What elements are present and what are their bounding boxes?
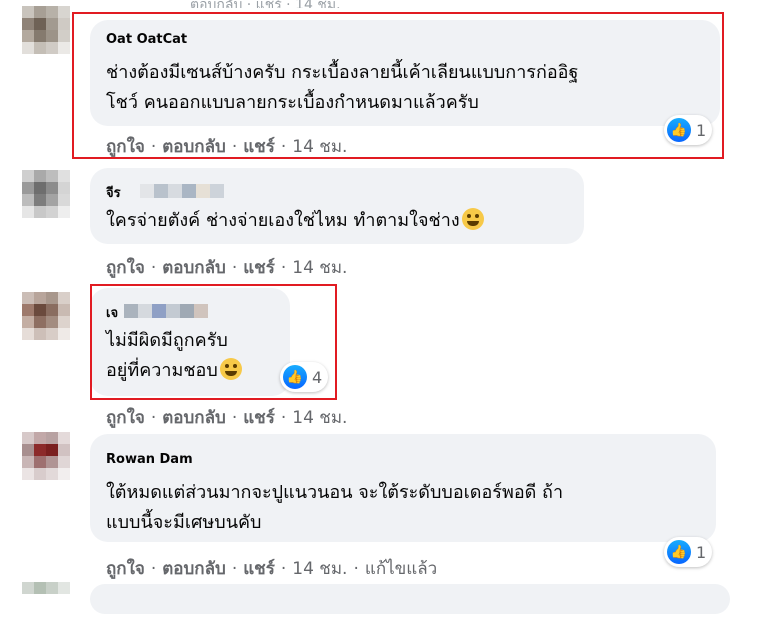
reply-link[interactable]: ตอบกลับ — [162, 408, 226, 428]
like-link[interactable]: ถูกใจ — [106, 258, 145, 278]
share-link[interactable]: แชร์ — [243, 408, 275, 428]
timestamp[interactable]: 14 ชม. — [292, 258, 347, 278]
avatar[interactable] — [22, 170, 70, 218]
like-link[interactable]: ถูกใจ — [106, 408, 145, 428]
avatar[interactable] — [22, 582, 70, 630]
reaction-count: 1 — [696, 542, 707, 562]
comment-line: แบบนี้จะมีเศษบนคับ — [106, 512, 262, 533]
edited-label[interactable]: แก้ไขแล้ว — [365, 559, 437, 579]
comment-bubble: จีร ใครจ่ายตังค์ ช่างจ่ายเองใช่ไหม ทำตาม… — [90, 168, 584, 244]
highlight-box — [72, 12, 724, 159]
comment-bubble: Rowan Dam ใต้หมดแต่ส่วนมากจะปูแนวนอน จะใ… — [90, 434, 716, 542]
grin-emoji-icon — [461, 208, 484, 230]
comment-line: ใครจ่ายตังค์ ช่างจ่ายเองใช่ไหม ทำตามใจช่… — [106, 206, 484, 236]
highlight-box — [90, 284, 337, 400]
share-link[interactable]: แชร์ — [243, 258, 275, 278]
timestamp[interactable]: 14 ชม. — [292, 559, 347, 579]
reply-link[interactable]: ตอบกลับ — [162, 258, 226, 278]
timestamp[interactable]: 14 ชม. — [292, 408, 347, 428]
avatar[interactable] — [22, 292, 70, 340]
comment-text: ใครจ่ายตังค์ ช่างจ่ายเองใช่ไหม ทำตามใจช่… — [106, 210, 460, 231]
comment-actions: ถูกใจ · ตอบกลับ · แชร์ · 14 ชม. — [106, 408, 348, 428]
comment-actions: ถูกใจ · ตอบกลับ · แชร์ · 14 ชม. · แก้ไขแล้ว — [106, 559, 438, 579]
reaction-summary[interactable]: 👍 1 — [664, 537, 713, 567]
redacted-name — [140, 184, 224, 198]
previous-actions-text: ตอบกลับ · แชร์ · 14 ชม. — [190, 0, 341, 8]
commenter-name[interactable]: Rowan Dam — [106, 452, 193, 467]
previous-comment-actions: ตอบกลับ · แชร์ · 14 ชม. — [0, 0, 783, 8]
comment-line: ใต้หมดแต่ส่วนมากจะปูแนวนอน จะใต้ระดับบอเ… — [106, 482, 564, 503]
reply-link[interactable]: ตอบกลับ — [162, 559, 226, 579]
share-link[interactable]: แชร์ — [243, 559, 275, 579]
comment-actions: ถูกใจ · ตอบกลับ · แชร์ · 14 ชม. — [106, 258, 348, 278]
commenter-name[interactable]: จีร — [106, 182, 121, 203]
like-link[interactable]: ถูกใจ — [106, 559, 145, 579]
avatar[interactable] — [22, 432, 70, 480]
like-icon: 👍 — [667, 540, 691, 564]
avatar[interactable] — [22, 6, 70, 54]
comment-bubble — [90, 584, 730, 614]
